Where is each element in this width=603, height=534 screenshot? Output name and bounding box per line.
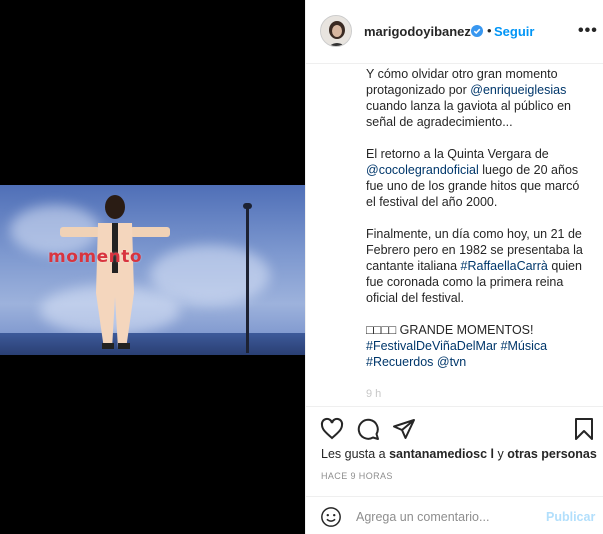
caption-text: □□□□ GRANDE MOMENTOS! [366, 323, 534, 337]
mention-link[interactable]: @tvn [437, 355, 466, 369]
video-player[interactable]: momento [0, 185, 305, 355]
mention-link[interactable]: @enriqueiglesias [470, 83, 566, 97]
likes-middle: y [494, 447, 508, 461]
mention-link[interactable]: @cocolegrandoficial [366, 163, 479, 177]
bookmark-icon[interactable] [572, 417, 596, 441]
caption-text: cuando lanza la gaviota al público en se… [366, 99, 572, 129]
avatar[interactable] [320, 15, 352, 47]
video-watermark: momento [48, 247, 143, 267]
hashtag-link[interactable]: #Recuerdos [366, 355, 433, 369]
liked-by-user-link[interactable]: santanamediosc l [389, 447, 494, 461]
emoji-icon[interactable] [320, 506, 342, 528]
post-caption: Y cómo olvidar otro gran momento protago… [366, 66, 588, 404]
post-timestamp[interactable]: HACE 9 HORAS [321, 471, 393, 481]
caption-text: El retorno a la Quinta Vergara de [366, 147, 549, 161]
post-details-panel: marigodoyibanez • Seguir ••• Y cómo olvi… [305, 0, 603, 534]
username-link[interactable]: marigodoyibanez [364, 24, 471, 39]
post-header: marigodoyibanez • Seguir ••• [306, 0, 603, 64]
likes-summary: Les gusta a santanamediosc l y otras per… [321, 447, 597, 461]
hashtag-link[interactable]: #Música [501, 339, 548, 353]
separator-dot: • [487, 23, 492, 38]
comment-icon[interactable] [356, 417, 380, 441]
more-options-icon[interactable]: ••• [578, 22, 598, 40]
post-actions-bar [306, 406, 603, 450]
hashtag-link[interactable]: #RaffaellaCarrà [461, 259, 548, 273]
share-icon[interactable] [392, 417, 416, 441]
caption-paragraph: Finalmente, un día como hoy, un 21 de Fe… [366, 226, 588, 306]
post-media[interactable]: momento [0, 0, 305, 534]
hashtag-link[interactable]: #FestivalDeViñaDelMar [366, 339, 497, 353]
caption-paragraph: □□□□ GRANDE MOMENTOS! #FestivalDeViñaDel… [366, 322, 588, 370]
comment-bar: Publicar [306, 496, 603, 534]
other-likers-link[interactable]: otras personas [507, 447, 597, 461]
comment-input[interactable] [356, 508, 536, 526]
verified-icon [471, 25, 483, 37]
caption-paragraph: Y cómo olvidar otro gran momento protago… [366, 66, 588, 130]
likes-prefix: Les gusta a [321, 447, 390, 461]
heart-icon[interactable] [320, 417, 344, 441]
performer-figure [60, 195, 170, 349]
caption-paragraph: El retorno a la Quinta Vergara de @cocol… [366, 146, 588, 210]
caption-timestamp: 9 h [366, 388, 382, 400]
follow-button[interactable]: Seguir [494, 24, 534, 39]
microphone-stand [246, 205, 249, 353]
publish-button[interactable]: Publicar [546, 510, 595, 524]
